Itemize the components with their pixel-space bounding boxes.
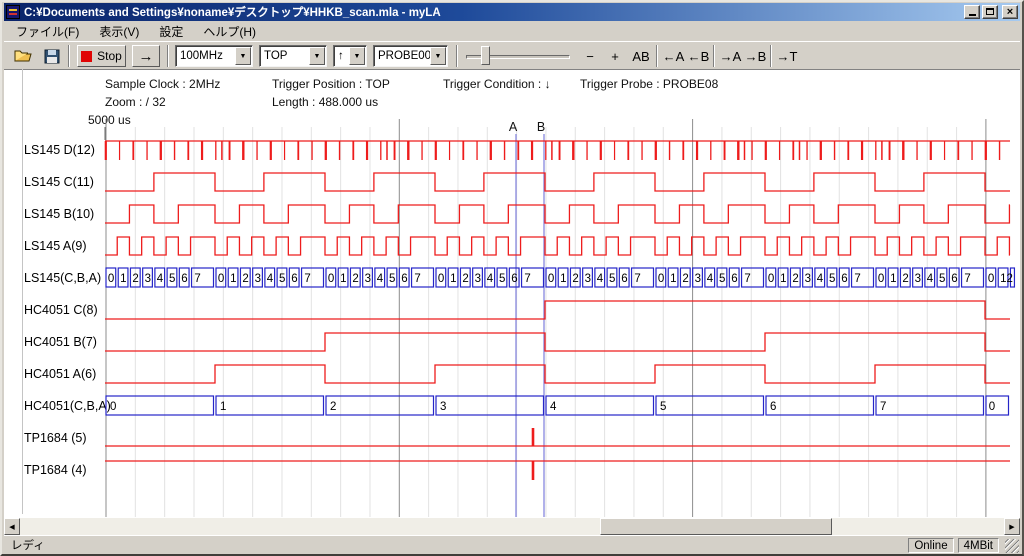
horizontal-scrollbar[interactable]: ◀ ▶ [4, 518, 1020, 535]
scroll-right-button[interactable]: ▶ [1004, 518, 1020, 535]
maximize-icon [986, 8, 994, 15]
goto-marker-b-button[interactable]: →B [743, 45, 768, 67]
zoom-slider-thumb[interactable] [481, 46, 490, 65]
sample-rate-combo[interactable]: 100MHz ▼ [175, 45, 253, 67]
toolbar-separator [656, 45, 658, 67]
scroll-left-button[interactable]: ◀ [4, 518, 20, 535]
memory-status-badge: 4MBit [958, 538, 999, 553]
floppy-disk-icon [44, 49, 60, 64]
set-marker-b-button[interactable]: ←B [686, 45, 711, 67]
toolbar-separator [770, 45, 772, 67]
minimize-button[interactable] [964, 5, 980, 19]
zoom-ab-button[interactable]: AB [628, 45, 654, 67]
menu-bar: ファイル(F) 表示(V) 設定 ヘルプ(H) [4, 22, 1020, 41]
trigger-position-combo[interactable]: TOP ▼ [259, 45, 327, 67]
dropdown-arrow-icon[interactable]: ▼ [430, 47, 446, 65]
title-bar[interactable]: C:¥Documents and Settings¥noname¥デスクトップ¥… [4, 3, 1020, 21]
scroll-left-icon: ◀ [9, 523, 14, 531]
status-bar: レディ Online 4MBit [4, 535, 1020, 554]
stop-button[interactable]: Stop [77, 45, 126, 67]
open-folder-icon [14, 49, 34, 63]
open-file-button[interactable] [12, 45, 36, 67]
toolbar-separator [713, 45, 715, 67]
run-button[interactable]: → [132, 45, 160, 67]
length-info: Length : 488.000 us [272, 95, 378, 109]
scrollbar-thumb[interactable] [600, 518, 832, 535]
menu-view[interactable]: 表示(V) [89, 21, 149, 42]
trigger-edge-combo[interactable]: ↑ ▼ [333, 45, 367, 67]
panel-divider [22, 69, 23, 514]
goto-trigger-button[interactable]: →T [775, 45, 799, 67]
dropdown-arrow-icon[interactable]: ▼ [309, 47, 325, 65]
app-icon [6, 5, 20, 19]
minimize-icon [969, 14, 976, 16]
toolbar: Stop → 100MHz ▼ TOP ▼ ↑ ▼ PROBE00 ▼ − + … [4, 41, 1020, 69]
menu-file[interactable]: ファイル(F) [6, 21, 89, 42]
window-title: C:¥Documents and Settings¥noname¥デスクトップ¥… [24, 4, 441, 20]
time-scale-label: 5000 us [88, 113, 131, 127]
trigger-probe-value: PROBE00 [378, 50, 431, 62]
scroll-right-icon: ▶ [1009, 523, 1014, 531]
menu-help[interactable]: ヘルプ(H) [193, 21, 266, 42]
toolbar-separator [68, 45, 70, 67]
resize-grip[interactable] [1005, 539, 1019, 553]
stop-icon [81, 51, 92, 62]
trigger-condition-info: Trigger Condition : ↓ [443, 77, 551, 91]
app-window: C:¥Documents and Settings¥noname¥デスクトップ¥… [0, 0, 1024, 556]
online-status-badge: Online [908, 538, 953, 553]
close-button[interactable]: × [1002, 5, 1018, 19]
set-marker-a-button[interactable]: ←A [661, 45, 686, 67]
maximize-button[interactable] [982, 5, 998, 19]
toolbar-separator [167, 45, 169, 67]
toolbar-separator [456, 45, 458, 67]
sample-rate-value: 100MHz [180, 50, 223, 62]
dropdown-arrow-icon[interactable]: ▼ [349, 47, 365, 65]
trigger-probe-combo[interactable]: PROBE00 ▼ [373, 45, 448, 67]
trigger-probe-info: Trigger Probe : PROBE08 [580, 77, 718, 91]
save-button[interactable] [40, 45, 64, 67]
zoom-out-button[interactable]: − [580, 45, 600, 67]
waveform-panel [4, 69, 1020, 518]
menu-settings[interactable]: 設定 [149, 21, 193, 42]
goto-marker-a-button[interactable]: →A [718, 45, 743, 67]
trigger-position-value: TOP [264, 50, 287, 62]
sample-clock-info: Sample Clock : 2MHz [105, 77, 220, 91]
dropdown-arrow-icon[interactable]: ▼ [235, 47, 251, 65]
zoom-info: Zoom : / 32 [105, 95, 166, 109]
trigger-position-info: Trigger Position : TOP [272, 77, 390, 91]
status-message: レディ [4, 537, 908, 553]
stop-label: Stop [97, 49, 122, 63]
trigger-edge-value: ↑ [338, 50, 344, 62]
zoom-in-button[interactable]: + [605, 45, 625, 67]
